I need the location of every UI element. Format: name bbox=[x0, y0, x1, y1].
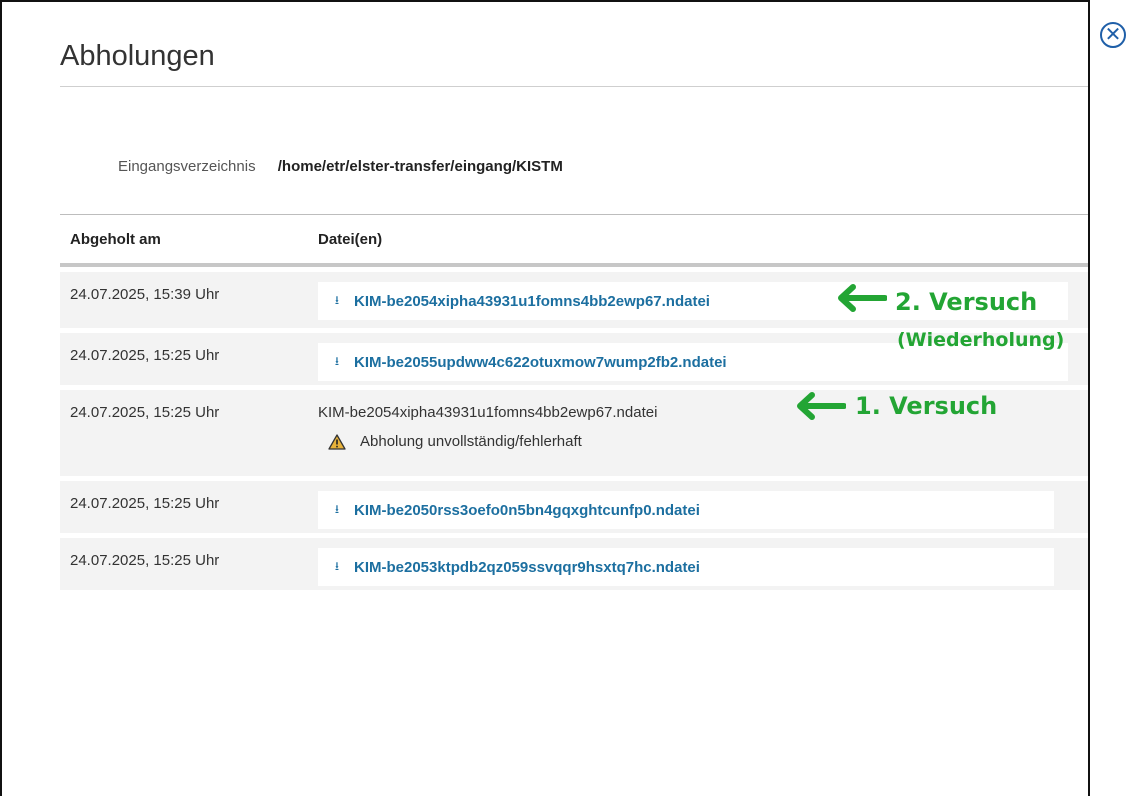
file-link[interactable]: ⭳ KIM-be2053ktpdb2qz059ssvqqr9hsxtq7hc.n… bbox=[318, 548, 1054, 586]
incoming-directory: Eingangsverzeichnis /home/etr/elster-tra… bbox=[118, 158, 563, 175]
table-row: 24.07.2025, 15:25 Uhr ⭳ KIM-be2050rss3oe… bbox=[60, 481, 1088, 533]
close-glyph: ✕ bbox=[1104, 24, 1122, 46]
download-tray-icon: ⭳ bbox=[334, 501, 340, 516]
file-name[interactable]: KIM-be2050rss3oefo0n5bn4gqxghtcunfp0.nda… bbox=[354, 502, 700, 519]
file-name[interactable]: KIM-be2054xipha43931u1fomns4bb2ewp67.nda… bbox=[354, 293, 710, 310]
column-header-date: Abgeholt am bbox=[70, 230, 161, 248]
column-header-files: Datei(en) bbox=[318, 230, 383, 248]
row-date: 24.07.2025, 15:25 Uhr bbox=[70, 404, 220, 421]
title-divider bbox=[60, 86, 1088, 87]
annotation-second-attempt: 2. Versuch bbox=[895, 288, 1038, 316]
warning-text: Abholung unvollständig/fehlerhaft bbox=[360, 433, 582, 450]
file-link[interactable]: ⭳ KIM-be2050rss3oefo0n5bn4gqxghtcunfp0.n… bbox=[318, 491, 1054, 529]
warning-triangle-icon bbox=[328, 433, 346, 450]
annotation-first-attempt: 1. Versuch bbox=[855, 392, 998, 420]
pickup-warning: Abholung unvollständig/fehlerhaft bbox=[318, 433, 1078, 450]
row-date: 24.07.2025, 15:25 Uhr bbox=[70, 552, 220, 569]
file-name[interactable]: KIM-be2055updww4c622otuxmow7wump2fb2.nda… bbox=[354, 354, 727, 371]
row-date: 24.07.2025, 15:39 Uhr bbox=[70, 286, 220, 303]
incoming-directory-path: /home/etr/elster-transfer/eingang/KISTM bbox=[277, 158, 563, 175]
row-date: 24.07.2025, 15:25 Uhr bbox=[70, 347, 220, 364]
download-tray-icon: ⭳ bbox=[334, 292, 340, 307]
table-row: 24.07.2025, 15:25 Uhr ⭳ KIM-be2053ktpdb2… bbox=[60, 538, 1088, 590]
arrow-left-icon bbox=[797, 392, 846, 420]
annotation-repeat-note: (Wiederholung) bbox=[897, 329, 1065, 351]
table-header: Abgeholt am Datei(en) bbox=[60, 214, 1088, 267]
file-name[interactable]: KIM-be2053ktpdb2qz059ssvqqr9hsxtq7hc.nda… bbox=[354, 559, 700, 576]
download-tray-icon: ⭳ bbox=[334, 353, 340, 368]
incoming-directory-label: Eingangsverzeichnis bbox=[118, 158, 256, 175]
dialog-title: Abholungen bbox=[60, 40, 215, 72]
download-tray-icon: ⭳ bbox=[334, 558, 340, 573]
arrow-left-icon bbox=[838, 284, 887, 312]
close-icon[interactable]: ✕ bbox=[1100, 22, 1126, 48]
row-date: 24.07.2025, 15:25 Uhr bbox=[70, 495, 220, 512]
